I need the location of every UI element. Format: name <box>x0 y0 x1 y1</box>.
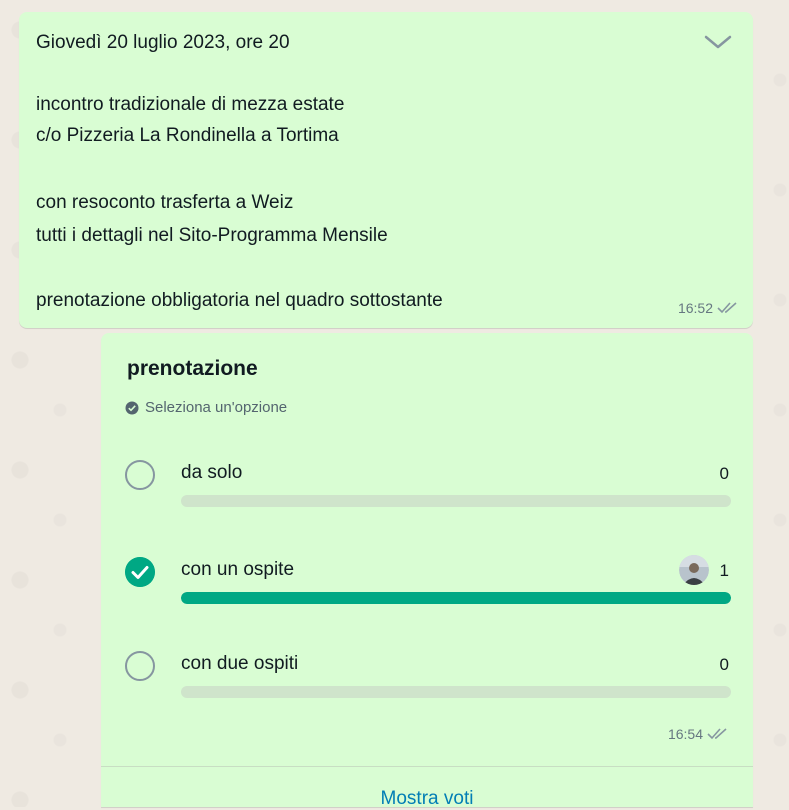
message-meta: 16:52 <box>678 300 739 316</box>
message-line: prenotazione obbligatoria nel quadro sot… <box>36 290 443 311</box>
poll-option-label: con un ospite <box>181 559 295 580</box>
poll-option-progress <box>181 592 731 604</box>
poll-option-count: 0 <box>719 464 729 483</box>
poll-option-progress <box>181 686 731 698</box>
poll-option-count: 1 <box>719 561 729 580</box>
message-line: incontro tradizionale di mezza estate <box>36 94 345 115</box>
double-check-icon <box>717 302 737 314</box>
poll-option-progress-fill <box>181 592 731 604</box>
poll-instruction: Seleziona un'opzione <box>125 399 287 416</box>
poll-option-con-due-ospiti[interactable]: con due ospiti 0 <box>125 647 731 707</box>
poll-title: prenotazione <box>127 357 258 380</box>
poll-option-da-solo[interactable]: da solo 0 <box>125 456 731 516</box>
poll-option-count: 0 <box>719 655 729 674</box>
poll-bubble: prenotazione Seleziona un'opzione da sol… <box>101 333 753 809</box>
radio-circle-icon[interactable] <box>125 651 155 681</box>
radio-circle-icon[interactable] <box>125 460 155 490</box>
message-line-date: Giovedì 20 luglio 2023, ore 20 <box>36 32 290 53</box>
message-line: con resoconto trasferta a Weiz <box>36 192 294 213</box>
poll-option-progress <box>181 495 731 507</box>
message-bubble[interactable]: Giovedì 20 luglio 2023, ore 20 incontro … <box>19 12 753 328</box>
poll-time: 16:54 <box>667 726 703 742</box>
poll-divider <box>101 766 753 767</box>
poll-option-label: da solo <box>181 462 243 483</box>
check-circle-icon <box>125 401 139 414</box>
message-time: 16:52 <box>677 300 713 316</box>
double-check-icon <box>707 728 727 740</box>
poll-instruction-text: Seleziona un'opzione <box>145 399 288 416</box>
voter-avatar <box>679 555 709 585</box>
poll-meta: 16:54 <box>668 726 729 742</box>
message-line: tutti i dettagli nel Sito-Programma Mens… <box>36 225 388 246</box>
checked-circle-icon[interactable] <box>125 557 155 587</box>
poll-option-label: con due ospiti <box>181 653 299 674</box>
poll-option-con-un-ospite[interactable]: con un ospite 1 <box>125 553 731 613</box>
chevron-down-icon[interactable] <box>703 34 733 52</box>
message-line: c/o Pizzeria La Rondinella a Tortima <box>36 125 339 146</box>
